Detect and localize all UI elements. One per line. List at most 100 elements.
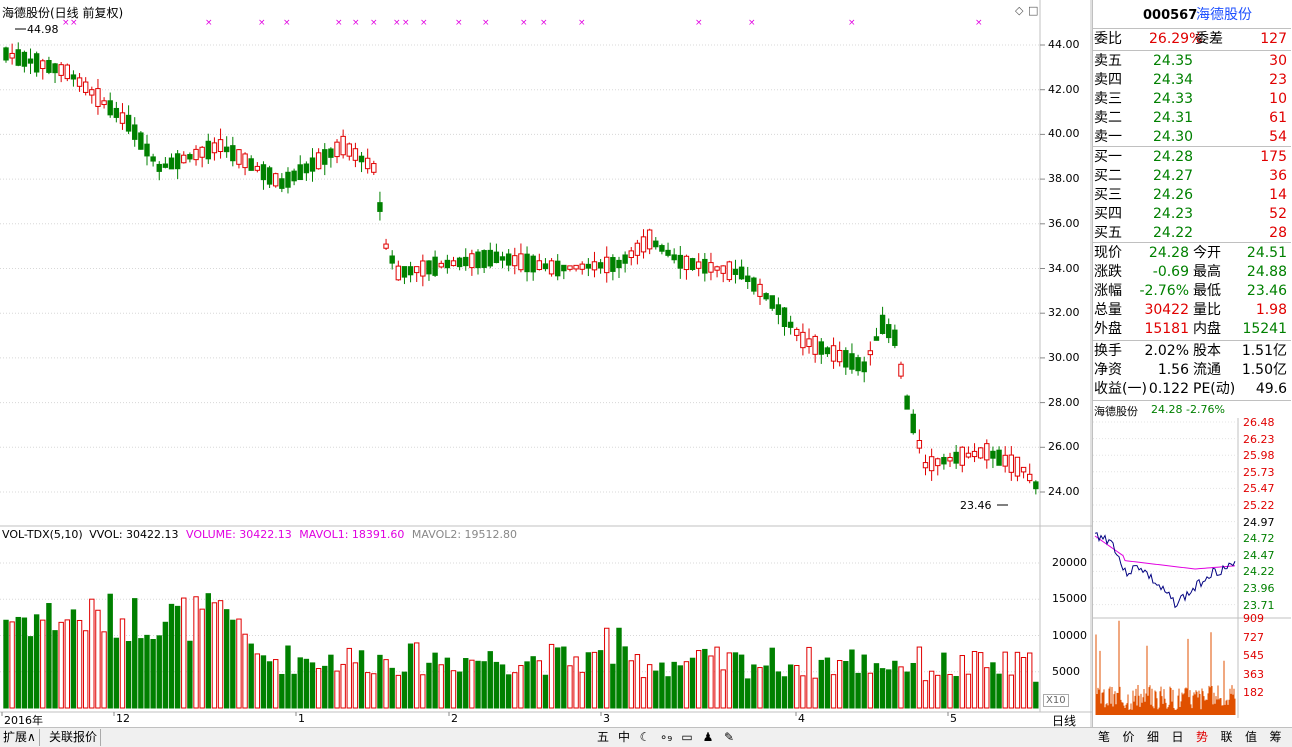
event-mark[interactable]: ×	[975, 18, 983, 28]
kline-svg[interactable]: × × × × × × × × × × × × × × × × × × × ×	[0, 0, 1092, 727]
volume-bar	[555, 647, 561, 709]
ask-row[interactable]: 卖四 24.34 23	[1093, 71, 1291, 90]
candle-body	[787, 321, 794, 328]
ask-label: 卖一	[1094, 129, 1122, 145]
volume-bar	[181, 597, 187, 709]
side-tab[interactable]: 笔	[1092, 729, 1116, 746]
ask-price: 24.35	[1153, 53, 1194, 69]
tab-related-quotes[interactable]: 关联报价	[46, 729, 102, 746]
volume-bar	[591, 651, 598, 709]
gamepad-icon[interactable]: ▭	[678, 729, 696, 746]
bid-row[interactable]: 买一 24.28 175	[1093, 148, 1291, 167]
volume-bar	[89, 598, 95, 709]
event-mark[interactable]: ×	[695, 18, 703, 28]
candle-body	[898, 363, 904, 377]
volume-bar	[420, 674, 426, 709]
candle-body	[757, 283, 763, 297]
side-tab[interactable]: 筹	[1264, 729, 1288, 746]
stat-row[interactable]: 涨跌 -0.69 最高 24.88	[1093, 263, 1291, 282]
event-mark[interactable]: ×	[748, 18, 756, 28]
price-tick-label: 32.00	[1048, 306, 1080, 320]
candle-body	[977, 447, 984, 459]
side-tab[interactable]: 日	[1166, 729, 1190, 746]
candle-body	[855, 357, 861, 372]
candle-body	[334, 141, 340, 158]
event-mark[interactable]: ×	[370, 18, 378, 28]
candle-body	[291, 170, 297, 182]
volume-bar	[144, 634, 150, 709]
stat-row[interactable]: 净资 1.56 流通 1.50亿	[1093, 361, 1291, 380]
candle-body	[364, 157, 371, 170]
mini-price-tick: 25.73	[1243, 465, 1275, 479]
tab-extend[interactable]: 扩展∧	[0, 729, 40, 746]
candle-body	[266, 167, 273, 185]
ask-row[interactable]: 卖三 24.33 10	[1093, 90, 1291, 109]
event-mark[interactable]: ×	[258, 18, 266, 28]
ask-row[interactable]: 卖一 24.30 54	[1093, 128, 1291, 147]
volume-bar	[530, 656, 536, 709]
candle-body	[450, 260, 457, 267]
bid-volume: 28	[1269, 225, 1287, 241]
stat-row[interactable]: 换手 2.02% 股本 1.51亿	[1093, 342, 1291, 361]
diamond-icon[interactable]: ◇	[1015, 4, 1023, 17]
event-mark[interactable]: ×	[402, 18, 410, 28]
mini-price-tick: 24.72	[1243, 532, 1275, 546]
candle-body	[377, 202, 383, 212]
event-mark[interactable]: ×	[283, 18, 291, 28]
kline-chart-area[interactable]: × × × × × × × × × × × × × × × × × × × × 海德股份(日线 前复权) 44.98 …	[0, 0, 1092, 730]
volume-bar	[223, 609, 230, 709]
event-mark[interactable]: ×	[540, 18, 548, 28]
event-mark[interactable]: ×	[848, 18, 856, 28]
bid-row[interactable]: 买五 24.22 28	[1093, 224, 1291, 243]
candle-body	[524, 253, 530, 273]
five-icon[interactable]: 五	[594, 729, 612, 746]
side-tab[interactable]: 联	[1215, 729, 1239, 746]
stat-row[interactable]: 涨幅 -2.76% 最低 23.46	[1093, 282, 1291, 301]
date-axis-label: 4	[798, 712, 805, 725]
side-tab[interactable]: 势	[1190, 729, 1214, 746]
ask-row[interactable]: 卖五 24.35 30	[1093, 52, 1291, 71]
side-tab[interactable]: 值	[1239, 729, 1263, 746]
volume-bar	[738, 654, 745, 709]
volume-bar	[653, 670, 659, 709]
stat-row[interactable]: 收益(一) 0.122 PE(动) 49.6	[1093, 380, 1291, 399]
bid-row[interactable]: 买三 24.26 14	[1093, 186, 1291, 205]
event-mark[interactable]: ×	[393, 18, 401, 28]
bid-row[interactable]: 买二 24.27 36	[1093, 167, 1291, 186]
event-mark[interactable]: ×	[420, 18, 428, 28]
bid-row[interactable]: 买四 24.23 52	[1093, 205, 1291, 224]
candle-body	[119, 112, 126, 124]
candle-body	[763, 293, 769, 300]
volume-bar	[597, 650, 604, 709]
event-mark[interactable]: ×	[482, 18, 490, 28]
event-mark[interactable]: ×	[352, 18, 360, 28]
event-mark[interactable]: ×	[520, 18, 528, 28]
candle-body	[211, 142, 218, 154]
ask-price: 24.33	[1153, 91, 1194, 107]
link-icon[interactable]: ∘₉	[657, 729, 675, 746]
vol-tick-label: 5000	[1052, 664, 1080, 678]
side-tab[interactable]: 价	[1117, 729, 1141, 746]
stat-row[interactable]: 现价 24.28 今开 24.51	[1093, 244, 1291, 263]
event-mark[interactable]: ×	[455, 18, 463, 28]
side-tab[interactable]: 细	[1141, 729, 1165, 746]
event-mark[interactable]: ×	[335, 18, 343, 28]
square-icon[interactable]: □	[1028, 4, 1038, 17]
person-icon[interactable]: ♟	[699, 729, 717, 746]
stat-row[interactable]: 总量 30422 量比 1.98	[1093, 301, 1291, 320]
volume-bar	[996, 673, 1002, 709]
ask-row[interactable]: 卖二 24.31 61	[1093, 109, 1291, 128]
candle-body	[505, 253, 512, 266]
volume-bar	[487, 651, 493, 709]
volume-bar	[886, 669, 892, 709]
event-mark[interactable]: ×	[205, 18, 213, 28]
stat-row[interactable]: 外盘 15181 内盘 15241	[1093, 320, 1291, 339]
candle-body	[315, 152, 322, 170]
candle-body	[1027, 473, 1033, 482]
event-mark[interactable]: ×	[578, 18, 586, 28]
volume-bar	[125, 641, 132, 709]
stat-label: 最高	[1193, 264, 1221, 280]
zhong-icon[interactable]: 中	[615, 729, 633, 746]
wrench-icon[interactable]: ✎	[720, 729, 738, 746]
moon-icon[interactable]: ☾	[636, 729, 654, 746]
